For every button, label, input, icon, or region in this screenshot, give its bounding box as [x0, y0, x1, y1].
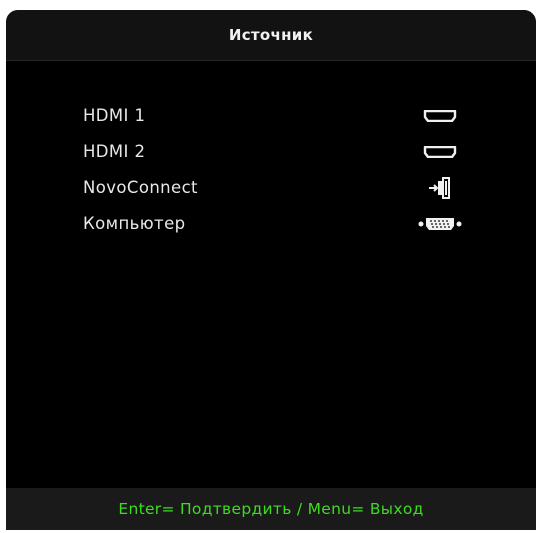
title-bar: Источник [6, 10, 536, 61]
source-label: NovoConnect [83, 178, 198, 197]
source-label: HDMI 1 [83, 106, 146, 125]
source-label: Компьютер [83, 214, 186, 233]
source-item-hdmi-1[interactable]: HDMI 1 [6, 103, 536, 139]
source-list: HDMI 1 HDMI 2 NovoConnect Компьютер [6, 103, 536, 247]
source-item-novoconnect[interactable]: NovoConnect [6, 175, 536, 211]
hdmi-port-icon [420, 103, 460, 129]
novoconnect-input-icon [424, 175, 454, 201]
source-menu-panel: Источник HDMI 1 HDMI 2 NovoConnect Компь… [6, 10, 536, 530]
footer-hint: Enter= Подтвердить / Menu= Выход [118, 500, 424, 518]
source-label: HDMI 2 [83, 142, 146, 161]
source-item-computer[interactable]: Компьютер [6, 211, 536, 247]
hdmi-port-icon [420, 139, 460, 165]
vga-port-icon [414, 211, 466, 237]
menu-title: Источник [228, 26, 314, 44]
source-item-hdmi-2[interactable]: HDMI 2 [6, 139, 536, 175]
footer-bar: Enter= Подтвердить / Menu= Выход [6, 488, 536, 530]
